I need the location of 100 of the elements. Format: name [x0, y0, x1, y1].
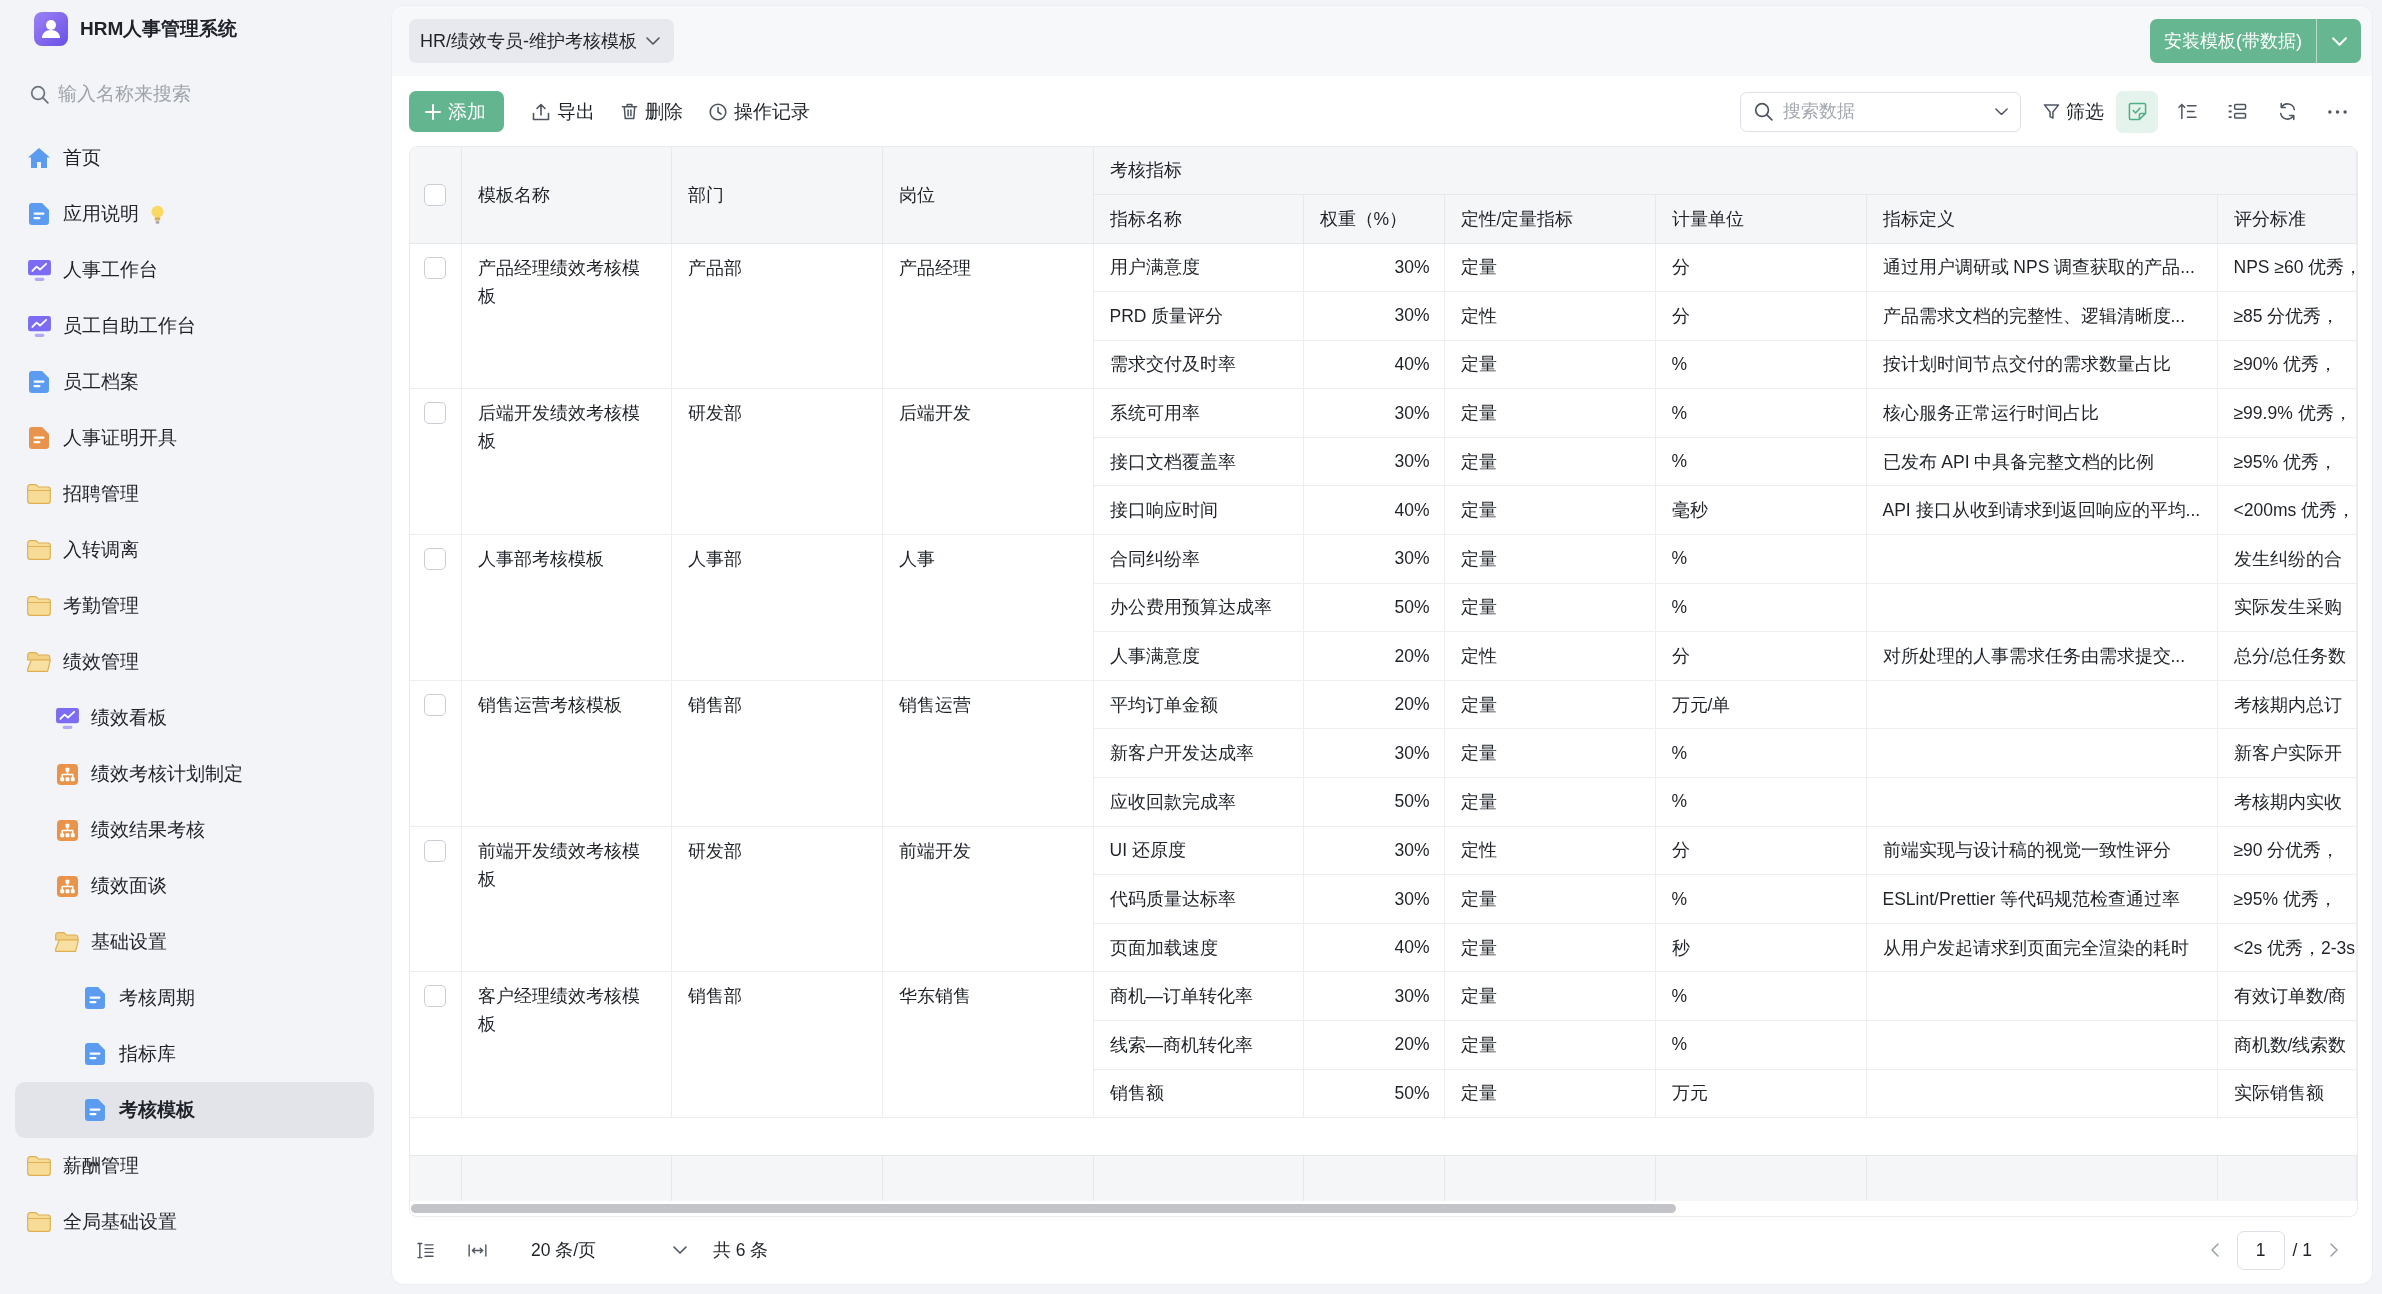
select-all-checkbox[interactable]: [424, 183, 447, 206]
table-cell: 有效订单数/商: [2217, 971, 2357, 1021]
table-cell: 核心服务正常运行时间占比: [1866, 388, 2217, 438]
table-cell: 20%: [1303, 1020, 1444, 1070]
table-cell: 需求交付及时率: [1093, 340, 1303, 389]
sidebar-item[interactable]: 人事工作台: [15, 242, 374, 298]
more-icon: [2327, 109, 2347, 114]
sidebar-item[interactable]: 全局基础设置: [15, 1194, 374, 1250]
document-icon: [85, 1043, 105, 1065]
breadcrumb-dropdown[interactable]: HR/绩效专员-维护考核模板: [409, 19, 674, 63]
sidebar-item[interactable]: 员工档案: [15, 354, 374, 410]
table-cell: 总分/总任务数: [2217, 631, 2357, 681]
sidebar-item[interactable]: 考核模板: [15, 1082, 374, 1138]
filter-button[interactable]: 筛选: [2039, 91, 2108, 132]
sidebar-item[interactable]: 应用说明: [15, 186, 374, 242]
sidebar-item[interactable]: 招聘管理: [15, 466, 374, 522]
chevron-down-icon: [673, 1246, 687, 1255]
sidebar-item[interactable]: 薪酬管理: [15, 1138, 374, 1194]
table-cell: %: [1655, 437, 1866, 486]
table-cell: 定量: [1444, 874, 1655, 924]
chevron-down-icon: [2331, 36, 2347, 46]
row-checkbox[interactable]: [424, 548, 447, 571]
refresh-icon: [2277, 102, 2297, 121]
table-cell: 人事满意度: [1093, 631, 1303, 681]
sidebar-item[interactable]: 人事证明开具: [15, 410, 374, 466]
document-icon: [29, 371, 49, 393]
sidebar-item[interactable]: 基础设置: [15, 914, 374, 970]
table-cell: 分: [1655, 631, 1866, 681]
table-cell: 考核期内总订: [2217, 680, 2357, 729]
table-cell: 新客户开发达成率: [1093, 728, 1303, 778]
sidebar-item[interactable]: 入转调离: [15, 522, 374, 578]
table-cell: 代码质量达标率: [1093, 874, 1303, 924]
table-cell: 研发部: [671, 388, 882, 535]
table-cell: 销售部: [671, 680, 882, 827]
export-button[interactable]: 导出: [530, 91, 597, 132]
sidebar-item[interactable]: 考勤管理: [15, 578, 374, 634]
table-cell: %: [1655, 583, 1866, 632]
table-cell: 30%: [1303, 534, 1444, 584]
page-number-field[interactable]: 1: [2236, 1230, 2285, 1270]
install-options-button[interactable]: [2316, 19, 2361, 63]
row-checkbox[interactable]: [424, 839, 447, 862]
column-header: 岗位: [882, 147, 1093, 243]
table-cell: 用户满意度: [1093, 243, 1303, 292]
table-cell: 30%: [1303, 243, 1444, 292]
table-cell: 定量: [1444, 971, 1655, 1021]
scrollbar-thumb[interactable]: [411, 1203, 1676, 1213]
table-cell: 30%: [1303, 971, 1444, 1021]
table-cell: ESLint/Prettier 等代码规范检查通过率: [1866, 874, 2217, 924]
table-cell: 平均订单金额: [1093, 680, 1303, 729]
delete-button[interactable]: 删除: [619, 91, 685, 132]
table-cell: 50%: [1303, 777, 1444, 827]
table-cell: 人事部: [671, 534, 882, 681]
sidebar-item[interactable]: 员工自助工作台: [15, 298, 374, 354]
table-cell: 销售运营考核模板: [461, 680, 671, 827]
table-cell: 产品经理: [882, 243, 1093, 389]
table-cell: 商机—订单转化率: [1093, 971, 1303, 1021]
table-cell: 应收回款完成率: [1093, 777, 1303, 827]
sidebar-item[interactable]: 指标库: [15, 1026, 374, 1082]
search-icon: [30, 84, 49, 104]
sidebar-item[interactable]: 绩效看板: [15, 690, 374, 746]
row-checkbox[interactable]: [424, 256, 447, 279]
column-header: 指标名称: [1093, 194, 1303, 243]
column-header: 定性/定量指标: [1444, 194, 1655, 243]
table-cell: 销售部: [671, 971, 882, 1118]
app-logo-icon: [34, 12, 68, 46]
history-button[interactable]: 操作记录: [707, 91, 812, 132]
sort-icon: [2177, 103, 2197, 120]
table-cell: 40%: [1303, 485, 1444, 535]
note-icon: [2127, 102, 2147, 121]
table-cell: 定性: [1444, 291, 1655, 341]
table-cell: 定量: [1444, 680, 1655, 729]
row-checkbox[interactable]: [424, 402, 447, 425]
sidebar-search-field[interactable]: 输入名称来搜索: [58, 74, 348, 114]
sidebar-item[interactable]: 绩效面谈: [15, 858, 374, 914]
row-checkbox[interactable]: [424, 693, 447, 716]
search-field[interactable]: 搜索数据: [1740, 91, 2021, 132]
document-icon: [29, 203, 49, 225]
table-cell: 商机数/线索数: [2217, 1020, 2357, 1070]
row-checkbox[interactable]: [424, 985, 447, 1008]
sidebar-item[interactable]: 绩效管理: [15, 634, 374, 690]
table-cell: 20%: [1303, 631, 1444, 681]
upload-icon: [532, 102, 550, 121]
table-cell: 对所处理的人事需求任务由需求提交...: [1866, 631, 2217, 681]
column-header: 指标定义: [1866, 194, 2217, 243]
table-cell: 30%: [1303, 437, 1444, 486]
table-cell: 分: [1655, 826, 1866, 875]
sidebar-item[interactable]: 考核周期: [15, 970, 374, 1026]
table-cell: 定量: [1444, 485, 1655, 535]
sidebar-item[interactable]: 绩效考核计划制定: [15, 746, 374, 802]
app-title: HRM人事管理系统: [80, 17, 238, 41]
table-cell: 人事部考核模板: [461, 534, 671, 681]
note-button[interactable]: [2116, 90, 2158, 133]
row-height-icon[interactable]: [417, 1241, 434, 1259]
column-width-icon[interactable]: [468, 1243, 487, 1257]
table-cell: 实际销售额: [2217, 1069, 2357, 1118]
sidebar-item[interactable]: 首页: [15, 130, 374, 186]
sidebar-item[interactable]: 绩效结果考核: [15, 802, 374, 858]
page-size-select[interactable]: 20 条/页: [525, 1231, 691, 1270]
table-cell: ≥90% 优秀，: [2217, 340, 2357, 389]
table-cell: 40%: [1303, 923, 1444, 972]
